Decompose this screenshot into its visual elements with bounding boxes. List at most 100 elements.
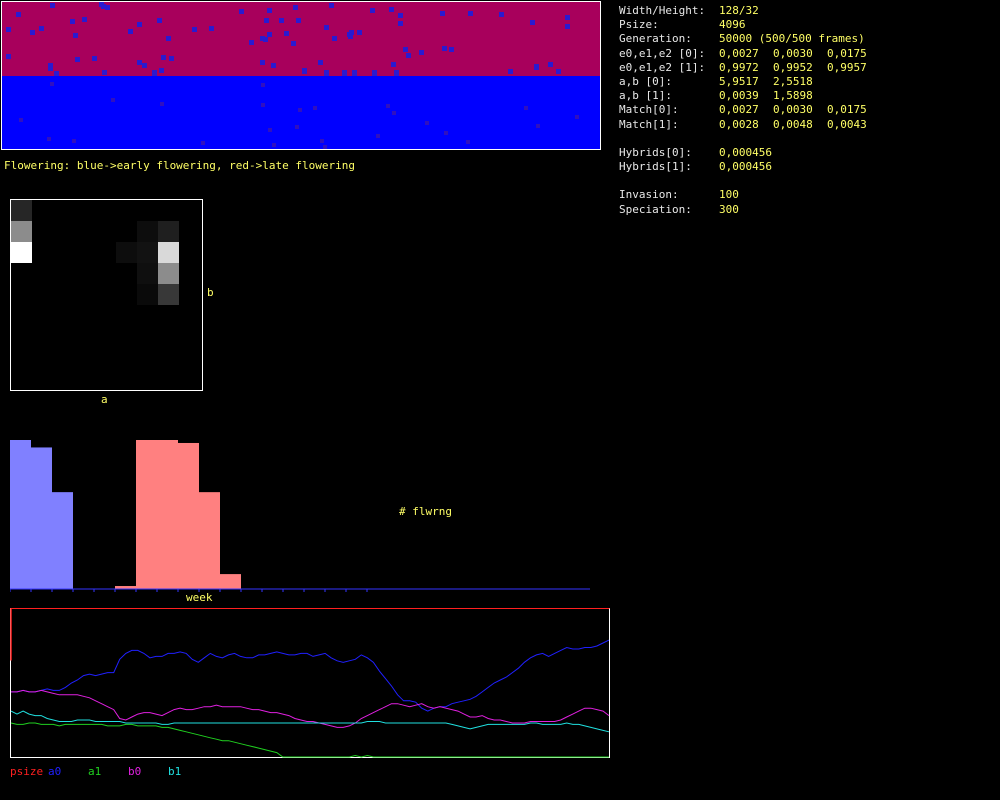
map-speck [370,8,375,13]
boundary-speck [342,70,347,76]
map-speck [271,63,276,68]
map-speck [30,30,35,35]
map-speck [267,8,272,13]
map-speck [159,68,164,73]
map-speck [332,36,337,41]
stat-label: Hybrids[1]: [619,160,692,174]
map-speck [419,50,424,55]
map-speck [318,60,323,65]
early-flowering-region [2,76,600,149]
map-speck [323,145,327,149]
map-speck [16,12,21,17]
stat-value: 4096 [719,18,746,32]
boundary-speck [352,70,357,76]
map-speck [468,11,473,16]
heatmap-cell [158,221,179,242]
map-speck [48,66,53,71]
legend-psize: psize [10,765,44,778]
map-speck [157,18,162,23]
stat-row: Psize: 4096 [619,18,989,32]
legend-a1: a1 [88,765,102,778]
map-speck [398,21,403,26]
map-speck [565,15,570,20]
map-speck [565,24,570,29]
stat-value: 0,0027 [719,46,759,60]
ab-heatmap-canvas [11,200,179,305]
map-speck [444,131,448,135]
map-speck [161,55,166,60]
heatmap-cell [137,221,158,242]
heatmap-cell [11,242,32,263]
map-speck [47,137,51,141]
stats-panel: Width/Height: 128/32 Psize: 4096 Generation:… [619,4,989,217]
map-speck [54,71,59,76]
map-speck [166,36,171,41]
boundary-speck [372,70,377,76]
map-speck [442,46,447,51]
map-speck [295,125,299,129]
map-speck [72,139,76,143]
stat-row [619,132,989,146]
map-speck [389,7,394,12]
stat-value: 0,000456 [719,145,772,159]
map-speck [128,29,133,34]
stat-label: Match[1]: [619,117,679,131]
stat-value: 0,0027 [719,103,759,117]
boundary-speck [152,70,157,76]
stat-row: Invasion: 100 [619,188,989,202]
a1-series [10,722,609,758]
legend-b0: b0 [128,765,142,778]
early-bar [10,440,31,589]
map-speck [137,60,142,65]
map-speck [261,103,265,107]
map-speck [261,83,265,87]
map-speck [6,54,11,59]
legend-b1: b1 [168,765,182,778]
map-speck [324,25,329,30]
map-speck [398,13,403,18]
heatmap-xlabel: a [101,393,108,406]
timeseries-legend: psize a0 a1 b0 b1 [10,765,310,779]
legend-a0: a0 [48,765,62,778]
map-speck [169,56,174,61]
stat-value: 0,0175 [827,103,867,117]
stat-row: Match[1]: 0,0028 0,0048 0,0043 [619,118,989,132]
map-speck [392,111,396,115]
map-speck [75,57,80,62]
map-speck [272,143,276,147]
map-speck [82,17,87,22]
map-caption: Flowering: blue->early flowering, red->l… [4,159,355,172]
stat-label: e0,e1,e2 [1]: [619,60,706,74]
map-speck [92,56,97,61]
map-speck [102,70,107,75]
stat-row: a,b [1]: 0,0039 1,5898 [619,89,989,103]
stat-label: Width/Height: [619,4,706,17]
map-speck [201,141,205,145]
stat-row: Width/Height: 128/32 [619,4,989,18]
map-speck [348,34,353,39]
early-bar [52,492,73,589]
stat-label: a,b [0]: [619,74,672,88]
map-speck [536,124,540,128]
stat-value: 0,0030 [773,46,813,60]
map-speck [239,9,244,14]
stat-value: 0,000456 [719,160,772,174]
stat-value: 0,0030 [773,103,813,117]
map-speck [440,11,445,16]
heatmap-cell [137,284,158,305]
late-bar [220,574,241,589]
heatmap-ylabel: b [207,286,214,299]
map-speck [70,19,75,24]
map-speck [264,18,269,23]
late-bar [157,440,178,589]
map-speck [296,18,301,23]
stat-label: Match[0]: [619,103,679,117]
map-speck [249,40,254,45]
stat-row: Match[0]: 0,0027 0,0030 0,0175 [619,103,989,117]
stat-value: 300 [719,202,739,216]
map-speck [279,18,284,23]
map-speck [267,32,272,37]
map-speck [137,22,142,27]
map-speck [524,106,528,110]
map-speck [209,26,214,31]
